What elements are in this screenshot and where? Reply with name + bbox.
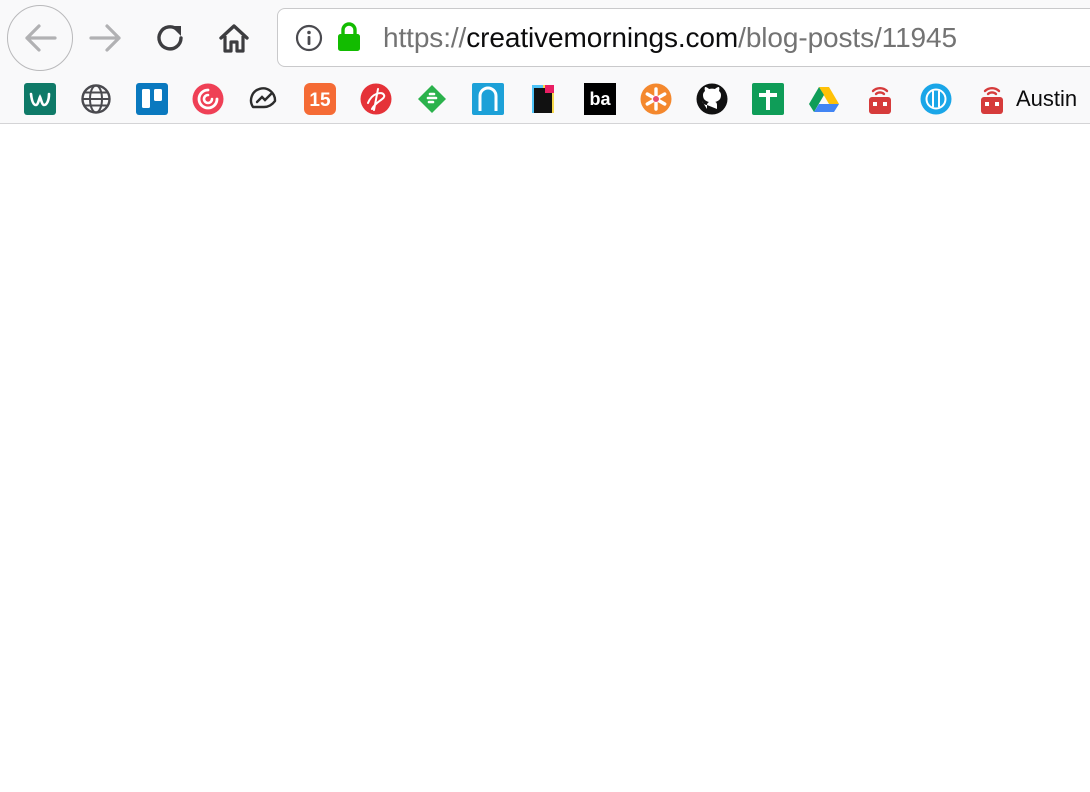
bookmark-red-swirl[interactable] — [360, 83, 392, 115]
bookmark-analytics[interactable] — [248, 83, 280, 115]
bookmark-asterisk-flower[interactable] — [640, 83, 672, 115]
asterisk-flower-icon — [640, 83, 672, 115]
arrow-left-icon — [25, 24, 57, 52]
bookmark-radio-robot[interactable] — [864, 83, 896, 115]
bookmark-label-austin[interactable]: Austin — [1016, 84, 1077, 114]
reload-button[interactable] — [148, 14, 192, 62]
w-logo-icon — [24, 83, 56, 115]
radio-robot-icon — [981, 86, 1003, 114]
svg-text:15: 15 — [309, 90, 331, 111]
color-book-icon — [532, 85, 554, 113]
green-plus-icon — [752, 83, 784, 115]
url-path: /blog-posts/11945 — [738, 22, 957, 53]
url-domain: creativemornings.com — [466, 22, 739, 53]
home-button[interactable] — [211, 14, 257, 62]
bookmark-calendar-15[interactable]: 15 — [304, 83, 336, 115]
bookmark-google-drive[interactable] — [808, 83, 840, 115]
url-scheme: https:// — [383, 22, 467, 53]
bookmark-pocket[interactable] — [192, 83, 224, 115]
analytics-gauge-icon — [249, 87, 277, 109]
github-icon — [696, 83, 728, 115]
bookmark-n-arch[interactable] — [472, 83, 504, 115]
blue-badge-icon — [920, 83, 952, 115]
bookmark-green-plus[interactable] — [752, 83, 784, 115]
google-drive-icon — [809, 87, 839, 112]
n-arch-icon — [472, 83, 504, 115]
ba-icon: ba — [584, 83, 616, 115]
red-swirl-icon — [360, 83, 392, 115]
arrow-right-icon — [89, 24, 121, 52]
globe-icon — [81, 84, 111, 114]
calendar-15-icon: 15 — [304, 83, 336, 115]
bookmarks-toolbar: 15 ba Austin — [0, 78, 1090, 120]
bookmark-blue-badge[interactable] — [920, 83, 952, 115]
bookmark-feedly[interactable] — [416, 83, 448, 115]
forward-button[interactable] — [84, 14, 128, 62]
radio-robot-icon — [869, 86, 891, 114]
svg-text:ba: ba — [589, 89, 611, 109]
bookmark-github[interactable] — [696, 83, 728, 115]
bookmark-w-logo[interactable] — [24, 83, 56, 115]
padlock-icon[interactable] — [336, 21, 362, 53]
bookmark-globe[interactable] — [80, 83, 112, 115]
info-icon[interactable] — [295, 24, 323, 52]
feedly-icon — [418, 85, 446, 113]
bookmark-color-book[interactable] — [528, 83, 560, 115]
bookmark-radio-robot-austin[interactable] — [976, 83, 1008, 115]
bookmark-ba[interactable]: ba — [584, 83, 616, 115]
url-text[interactable]: https://creativemornings.com/blog-posts/… — [383, 21, 957, 55]
back-button[interactable] — [7, 5, 73, 71]
bookmark-trello[interactable] — [136, 83, 168, 115]
address-bar[interactable]: https://creativemornings.com/blog-posts/… — [277, 8, 1090, 67]
reload-icon — [157, 25, 183, 51]
page-content — [0, 124, 1090, 792]
trello-icon — [136, 83, 168, 115]
home-icon — [219, 24, 249, 53]
browser-toolbar: https://creativemornings.com/blog-posts/… — [0, 0, 1090, 124]
pocket-icon — [192, 83, 224, 115]
